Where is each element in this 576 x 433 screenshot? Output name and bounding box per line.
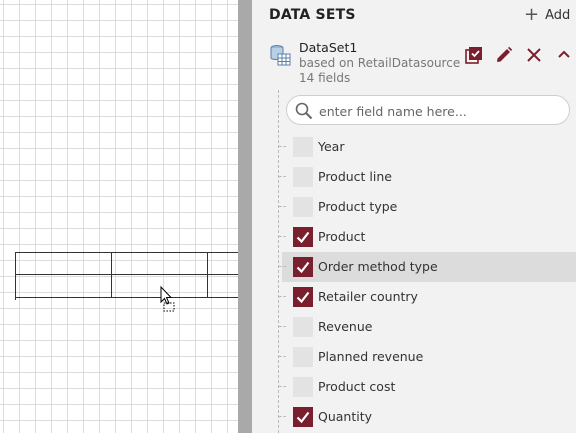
field-checkbox[interactable] (293, 317, 313, 337)
select-all-icon[interactable] (465, 46, 483, 64)
tree-connector (279, 236, 286, 237)
search-input[interactable] (317, 100, 561, 122)
field-label: Quantity (318, 409, 373, 424)
field-row[interactable]: Year (279, 132, 576, 162)
tree-connector (279, 146, 286, 147)
close-icon[interactable] (525, 46, 543, 64)
pencil-icon[interactable] (495, 46, 513, 64)
field-checkbox[interactable] (293, 347, 313, 367)
field-label: Planned revenue (318, 349, 424, 364)
tree-connector (279, 386, 286, 387)
dataset-field-count: 14 fields (299, 71, 351, 85)
tree-connector (279, 356, 286, 357)
field-label: Product cost (318, 379, 396, 394)
tree-connector (279, 266, 286, 267)
drag-cursor-icon (160, 286, 175, 312)
field-checkbox[interactable] (293, 197, 313, 217)
panel-splitter[interactable] (238, 0, 252, 433)
tree-connector (279, 176, 286, 177)
field-checkbox[interactable] (293, 377, 313, 397)
field-label: Order method type (318, 259, 438, 274)
field-row[interactable]: Product cost (279, 372, 576, 402)
field-search[interactable] (286, 95, 570, 125)
field-label: Retailer country (318, 289, 418, 304)
field-row[interactable]: Product type (279, 192, 576, 222)
field-checkbox[interactable] (293, 167, 313, 187)
field-row[interactable]: Quantity (279, 402, 576, 432)
add-dataset-button[interactable]: + Add (524, 6, 570, 24)
tree-connector (279, 326, 286, 327)
field-label: Product type (318, 199, 398, 214)
field-row[interactable]: Product (279, 222, 576, 252)
field-checkbox-checked[interactable] (293, 407, 313, 427)
panel-title: DATA SETS (269, 7, 356, 23)
field-checkbox[interactable] (293, 137, 313, 157)
field-label: Product (318, 229, 366, 244)
tree-line (278, 90, 279, 433)
search-icon (295, 102, 313, 120)
field-label: Product line (318, 169, 392, 184)
field-row[interactable]: Revenue (279, 312, 576, 342)
table-cell[interactable] (16, 275, 112, 298)
table-cell[interactable] (112, 253, 208, 275)
dataset-source: based on RetailDatasource (299, 56, 461, 70)
checkmark-icon (296, 291, 310, 304)
report-canvas[interactable] (0, 0, 246, 433)
tree-connector (279, 296, 286, 297)
field-row[interactable]: Product line (279, 162, 576, 192)
dataset-name[interactable]: DataSet1 (299, 40, 357, 55)
field-label: Revenue (318, 319, 373, 334)
add-label: Add (545, 7, 571, 23)
table-cell[interactable] (16, 253, 112, 275)
tree-connector (279, 206, 286, 207)
plus-icon: + (524, 4, 540, 25)
field-row[interactable]: Planned revenue (279, 342, 576, 372)
field-label: Year (318, 139, 345, 154)
tree-connector (279, 416, 286, 417)
checkmark-icon (296, 261, 310, 274)
checkmark-icon (296, 231, 310, 244)
field-checkbox-checked[interactable] (293, 287, 313, 307)
database-table-icon (270, 45, 291, 66)
data-sets-panel: DATA SETS + Add DataSet1 based on Retail… (252, 0, 576, 433)
chevron-up-icon[interactable] (555, 46, 573, 64)
checkmark-icon (296, 411, 310, 424)
table-widget[interactable] (15, 252, 246, 300)
field-row[interactable]: Retailer country (279, 282, 576, 312)
field-row[interactable]: Order method type (279, 252, 576, 282)
field-checkbox-checked[interactable] (293, 257, 313, 277)
field-checkbox-checked[interactable] (293, 227, 313, 247)
